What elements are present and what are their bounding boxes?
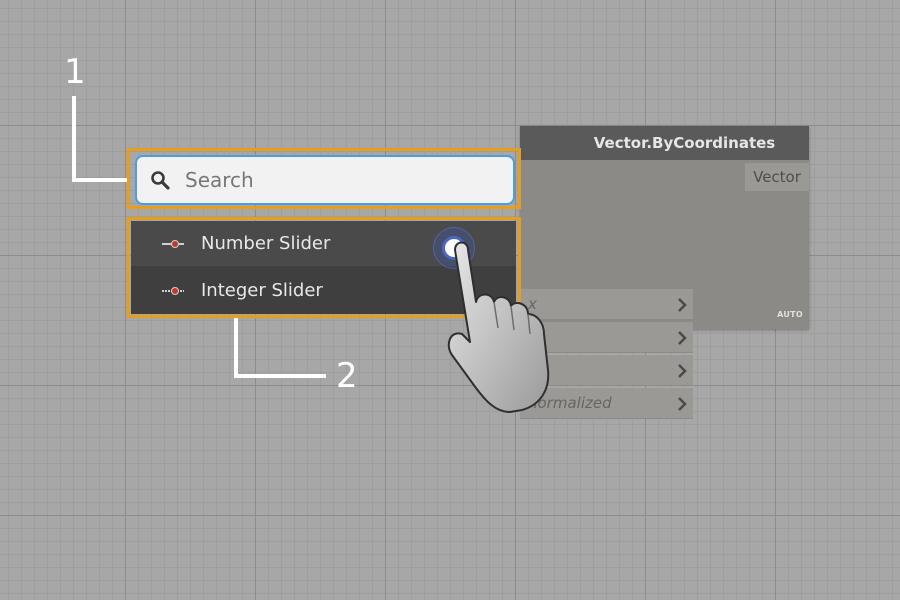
chevron-right-icon [677,355,687,386]
callout-line-2-horizontal [234,374,326,378]
chevron-right-icon [677,388,687,419]
search-icon [137,157,183,203]
result-label: Number Slider [201,233,331,254]
slider-icon [131,286,201,296]
slider-icon [131,239,201,249]
callout-line-1-vertical [72,96,76,182]
search-input[interactable] [183,164,487,196]
chevron-right-icon [677,322,687,353]
chevron-right-icon [677,289,687,320]
node-output-vector[interactable]: Vector [745,163,809,191]
callout-line-2-vertical [234,318,238,378]
lacing-indicator: AUTO [777,310,803,319]
callout-number-1: 1 [64,52,86,92]
hand-pointer-icon [440,230,565,419]
callout-number-2: 2 [336,356,358,396]
result-label: Integer Slider [201,280,323,301]
callout-line-1-horizontal [72,178,127,182]
node-title[interactable]: Vector.ByCoordinates [520,126,809,160]
search-box[interactable] [135,155,515,205]
